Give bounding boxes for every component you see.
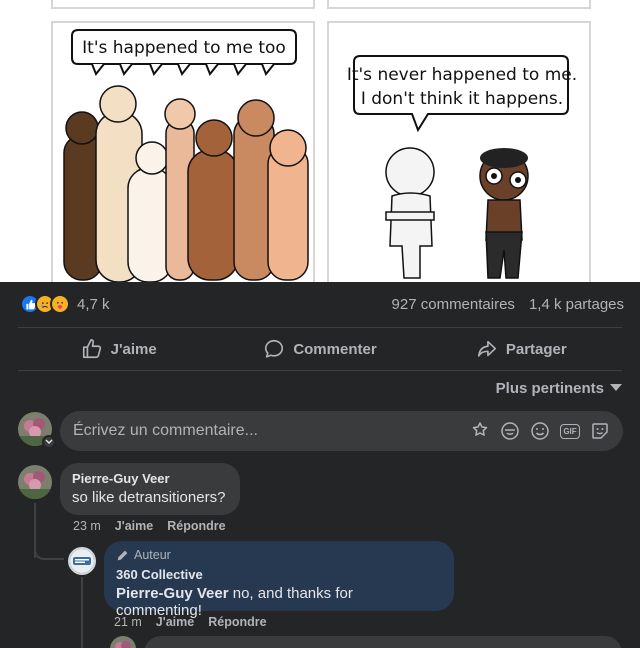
share-button[interactable]: Partager	[421, 328, 622, 370]
left-bubble-text: It's happened to me too	[82, 38, 286, 58]
right-bubble-line2: I don't think it happens.	[361, 89, 563, 109]
page-avatar[interactable]	[68, 547, 96, 575]
pencil-icon	[117, 550, 128, 560]
gif-icon[interactable]: GIF	[560, 423, 580, 439]
reply-author[interactable]: 360 Collective	[116, 567, 442, 582]
reply-input-avatar[interactable]	[110, 636, 136, 648]
comment-button-label: Commenter	[293, 340, 377, 358]
comic-illustration: It's happened to me too It's never happe…	[51, 0, 591, 282]
comment-reply-link[interactable]: Répondre	[167, 519, 225, 533]
camera-effect-icon[interactable]	[500, 421, 520, 441]
emoji-icon[interactable]	[530, 421, 550, 441]
comment-sort-dropdown[interactable]: Plus pertinents	[496, 376, 622, 400]
comment-input-placeholder: Écrivez un commentaire...	[73, 422, 258, 439]
comment-author[interactable]: Pierre-Guy Veer	[72, 471, 228, 486]
author-badge: Auteur	[116, 548, 442, 562]
speech-bubble-icon	[265, 339, 284, 358]
comment-time[interactable]: 23 m	[73, 519, 101, 533]
like-button-label: J'aime	[110, 340, 157, 358]
reply-reply-link[interactable]: Répondre	[208, 615, 266, 629]
thread-connector-curve	[34, 546, 64, 560]
nested-thread-connector	[81, 577, 83, 648]
comment-meta: 23 m J'aime Répondre	[73, 519, 226, 533]
thumbs-up-icon	[82, 339, 101, 359]
avatar-sticker-icon[interactable]	[470, 421, 490, 441]
commenter-avatar[interactable]	[18, 465, 52, 499]
reaction-count: 4,7 k	[77, 295, 110, 313]
right-bubble-line1: It's never happened to me.	[347, 65, 577, 85]
share-arrow-icon	[477, 340, 496, 357]
care-icon	[50, 294, 70, 314]
author-badge-label: Auteur	[134, 548, 171, 562]
like-button[interactable]: J'aime	[18, 328, 219, 370]
sticker-icon[interactable]	[590, 421, 610, 441]
reply-meta: 21 m J'aime Répondre	[114, 615, 267, 629]
reply-text: Pierre-Guy Veer no, and thanks for comme…	[116, 585, 442, 619]
comment-button[interactable]: Commenter	[219, 328, 420, 370]
write-comment-row: Écrivez un commentaire... GIF	[18, 411, 624, 451]
reactions-summary[interactable]: 4,7 k	[20, 294, 110, 314]
post-image[interactable]: It's happened to me too It's never happe…	[0, 0, 640, 282]
comment-text: so like detransitioners?	[72, 489, 226, 506]
comment-bubble[interactable]: Pierre-Guy Veer so like detransitioners?	[60, 463, 240, 515]
comment-input-tools: GIF	[470, 411, 610, 451]
reply-input[interactable]	[144, 636, 622, 648]
shares-count[interactable]: 1,4 k partages	[529, 296, 624, 313]
author-reply-bubble[interactable]: Auteur 360 Collective Pierre-Guy Veer no…	[104, 541, 454, 619]
post-stats: 4,7 k 927 commentaires 1,4 k partages	[0, 282, 640, 326]
reply-time[interactable]: 21 m	[114, 615, 142, 629]
comment-like-link[interactable]: J'aime	[115, 519, 153, 533]
caret-down-icon	[610, 384, 622, 391]
sort-label: Plus pertinents	[495, 379, 604, 397]
comments-count[interactable]: 927 commentaires	[392, 296, 515, 313]
profile-switch-chevron-icon[interactable]	[42, 435, 56, 449]
share-button-label: Partager	[505, 340, 567, 358]
post-actions: J'aime Commenter Partager	[18, 327, 622, 371]
reply-mention[interactable]: Pierre-Guy Veer	[116, 585, 229, 602]
reply-like-link[interactable]: J'aime	[156, 615, 194, 629]
